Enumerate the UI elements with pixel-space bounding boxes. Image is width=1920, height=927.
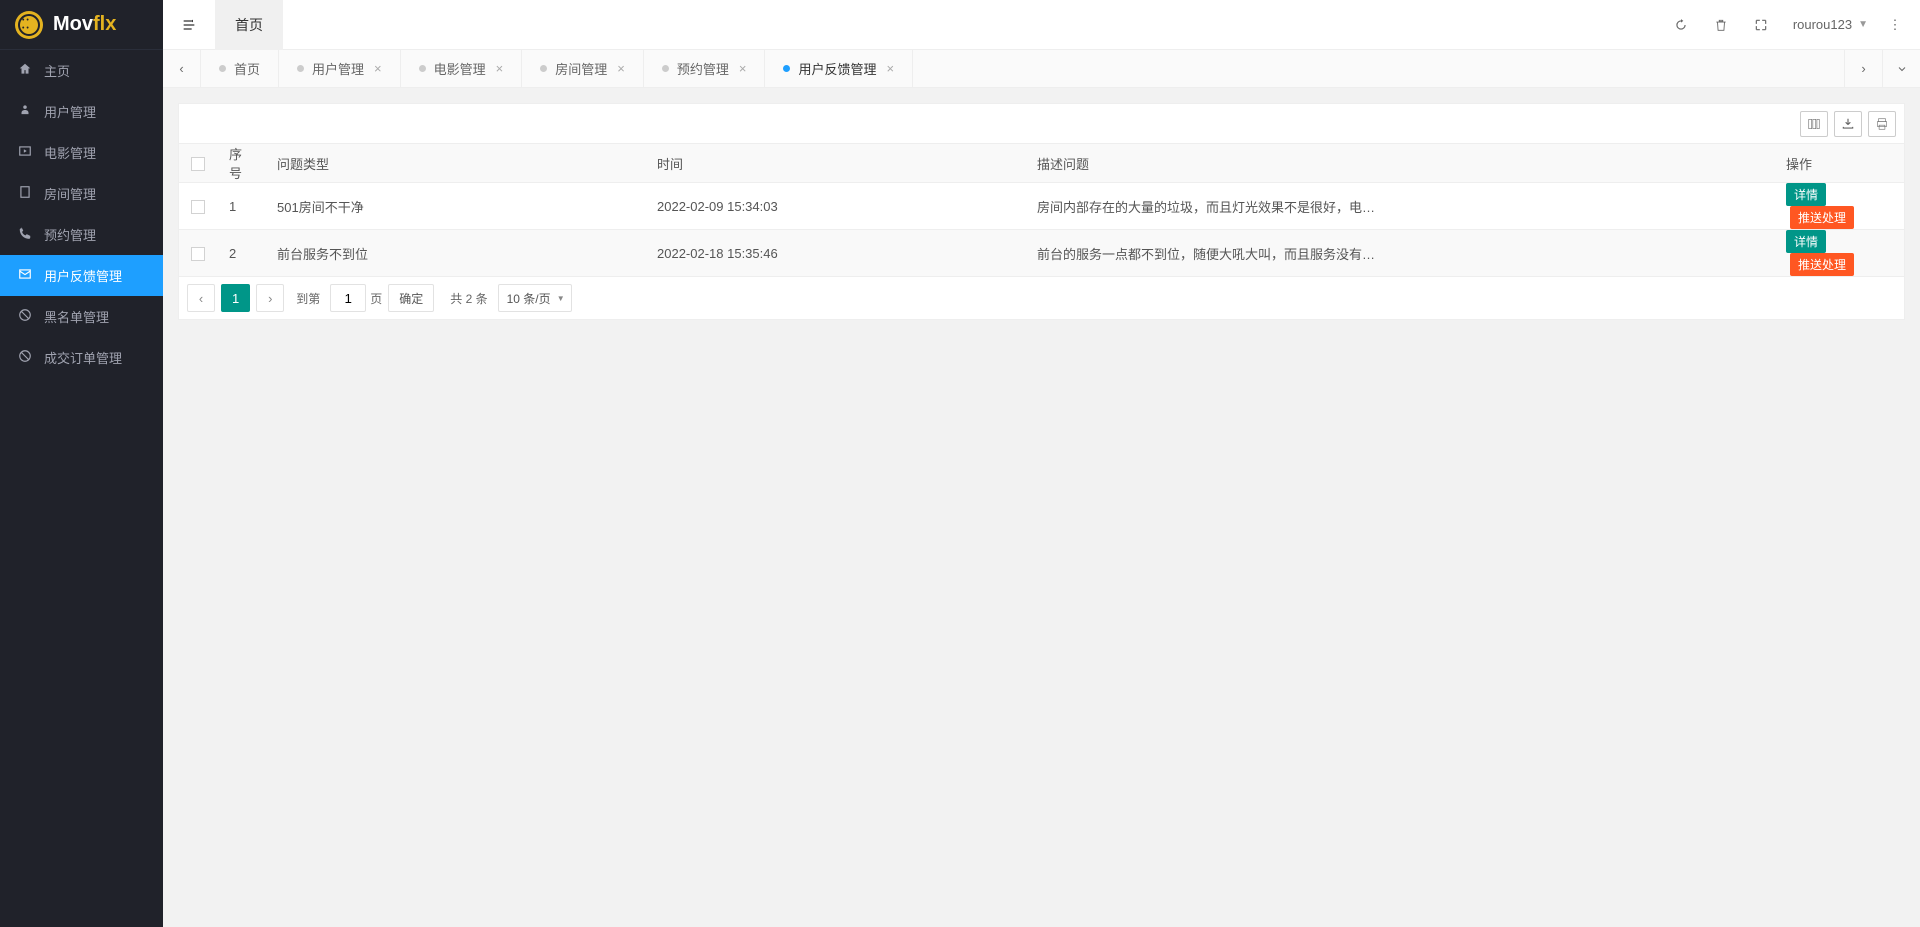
nav-item-order[interactable]: 成交订单管理: [0, 337, 163, 378]
sidebar: Movflx 主页 用户管理 电影管理 房间管理 预约管理 用户反馈管理 黑名单…: [0, 0, 163, 927]
pager-perpage-select[interactable]: 10 条/页: [498, 284, 572, 312]
nav-label: 用户管理: [44, 102, 96, 121]
pager-confirm[interactable]: 确定: [388, 284, 434, 312]
detail-button[interactable]: 详情: [1786, 230, 1826, 253]
nav-label: 用户反馈管理: [44, 266, 122, 285]
table-row: 2 前台服务不到位 2022-02-18 15:35:46 前台的服务一点都不到…: [179, 230, 1904, 277]
user-menu[interactable]: rourou123 ▼: [1781, 0, 1880, 50]
cell-desc: 房间内部存在的大量的垃圾，而且灯光效果不是很好，电影看的很…: [1025, 183, 1774, 230]
logo-icon: [15, 11, 43, 39]
pager-goto-input[interactable]: [330, 284, 366, 312]
pagination: ‹ 1 › 到第 页 确定 共 2 条 10 条/页: [179, 277, 1904, 319]
col-desc: 描述问题: [1025, 144, 1774, 183]
print-button[interactable]: [1868, 111, 1896, 137]
tabs-dropdown[interactable]: [1882, 50, 1920, 87]
header: 首页 rourou123 ▼ ⋮: [163, 0, 1920, 50]
tab-feedback[interactable]: 用户反馈管理 ×: [765, 50, 913, 87]
nav-item-booking[interactable]: 预约管理: [0, 214, 163, 255]
tab-dot: [419, 65, 426, 72]
cell-desc: 前台的服务一点都不到位，随便大吼大叫，而且服务没有一点耐心…: [1025, 230, 1774, 277]
tab-dot: [219, 65, 226, 72]
col-seq: 序号: [217, 144, 265, 183]
row-checkbox[interactable]: [191, 247, 205, 261]
logo[interactable]: Movflx: [0, 0, 163, 50]
trash-icon[interactable]: [1701, 0, 1741, 50]
detail-button[interactable]: 详情: [1786, 183, 1826, 206]
logo-text: Movflx: [53, 13, 116, 36]
pager-page-label: 页: [370, 290, 382, 307]
tab-room[interactable]: 房间管理 ×: [522, 50, 644, 87]
close-icon[interactable]: ×: [617, 61, 625, 76]
tab-booking[interactable]: 预约管理 ×: [644, 50, 766, 87]
close-icon[interactable]: ×: [374, 61, 382, 76]
tab-user[interactable]: 用户管理 ×: [279, 50, 401, 87]
table-toolbar: [179, 104, 1904, 144]
tabs-next[interactable]: ›: [1844, 50, 1882, 87]
pager-total: 共 2 条: [450, 290, 487, 307]
tabs-prev[interactable]: ‹: [163, 50, 201, 87]
select-all-checkbox[interactable]: [191, 157, 205, 171]
close-icon[interactable]: ×: [496, 61, 504, 76]
play-icon: [18, 144, 32, 161]
nav-item-user[interactable]: 用户管理: [0, 91, 163, 132]
nav-label: 主页: [44, 61, 70, 80]
cell-time: 2022-02-18 15:35:46: [645, 230, 1025, 277]
col-type: 问题类型: [265, 144, 645, 183]
data-panel: 序号 问题类型 时间 描述问题 操作 1 501房间不干净 2022-02-09…: [178, 103, 1905, 320]
cell-seq: 2: [217, 230, 265, 277]
tab-dot: [297, 65, 304, 72]
more-icon[interactable]: ⋮: [1880, 0, 1910, 50]
close-icon[interactable]: ×: [739, 61, 747, 76]
push-button[interactable]: 推送处理: [1790, 253, 1854, 276]
export-button[interactable]: [1834, 111, 1862, 137]
nav-label: 房间管理: [44, 184, 96, 203]
tab-home[interactable]: 首页: [201, 50, 279, 87]
ban-icon: [18, 349, 32, 366]
tab-movie[interactable]: 电影管理 ×: [401, 50, 523, 87]
col-action: 操作: [1774, 144, 1904, 183]
tabs-bar: ‹ 首页 用户管理 × 电影管理 × 房间管理 × 预约管理 × 用户反馈管理 …: [163, 50, 1920, 88]
refresh-icon[interactable]: [1661, 0, 1701, 50]
nav-label: 黑名单管理: [44, 307, 109, 326]
nav-item-home[interactable]: 主页: [0, 50, 163, 91]
pager-next[interactable]: ›: [256, 284, 284, 312]
nav-item-room[interactable]: 房间管理: [0, 173, 163, 214]
close-icon[interactable]: ×: [886, 61, 894, 76]
nav-item-blacklist[interactable]: 黑名单管理: [0, 296, 163, 337]
table-row: 1 501房间不干净 2022-02-09 15:34:03 房间内部存在的大量…: [179, 183, 1904, 230]
fullscreen-icon[interactable]: [1741, 0, 1781, 50]
cell-type: 501房间不干净: [265, 183, 645, 230]
nav-item-movie[interactable]: 电影管理: [0, 132, 163, 173]
tab-dot: [540, 65, 547, 72]
mail-icon: [18, 267, 32, 284]
home-icon: [18, 62, 32, 79]
pager-prev[interactable]: ‹: [187, 284, 215, 312]
tab-dot: [662, 65, 669, 72]
data-table: 序号 问题类型 时间 描述问题 操作 1 501房间不干净 2022-02-09…: [179, 144, 1904, 277]
nav-label: 预约管理: [44, 225, 96, 244]
pager-page-1[interactable]: 1: [221, 284, 250, 312]
columns-button[interactable]: [1800, 111, 1828, 137]
cell-time: 2022-02-09 15:34:03: [645, 183, 1025, 230]
cell-seq: 1: [217, 183, 265, 230]
sidebar-toggle[interactable]: [163, 0, 215, 50]
nav-label: 电影管理: [44, 143, 96, 162]
tab-dot: [783, 65, 790, 72]
main-content: 序号 问题类型 时间 描述问题 操作 1 501房间不干净 2022-02-09…: [163, 88, 1920, 927]
phone-icon: [18, 226, 32, 243]
cell-type: 前台服务不到位: [265, 230, 645, 277]
file-icon: [18, 185, 32, 202]
pager-goto-label: 到第: [296, 290, 320, 307]
nav-label: 成交订单管理: [44, 348, 122, 367]
nav-item-feedback[interactable]: 用户反馈管理: [0, 255, 163, 296]
push-button[interactable]: 推送处理: [1790, 206, 1854, 229]
col-time: 时间: [645, 144, 1025, 183]
caret-down-icon: ▼: [1858, 19, 1868, 30]
user-icon: [18, 103, 32, 120]
row-checkbox[interactable]: [191, 200, 205, 214]
ban-icon: [18, 308, 32, 325]
header-tab-home[interactable]: 首页: [215, 0, 283, 50]
